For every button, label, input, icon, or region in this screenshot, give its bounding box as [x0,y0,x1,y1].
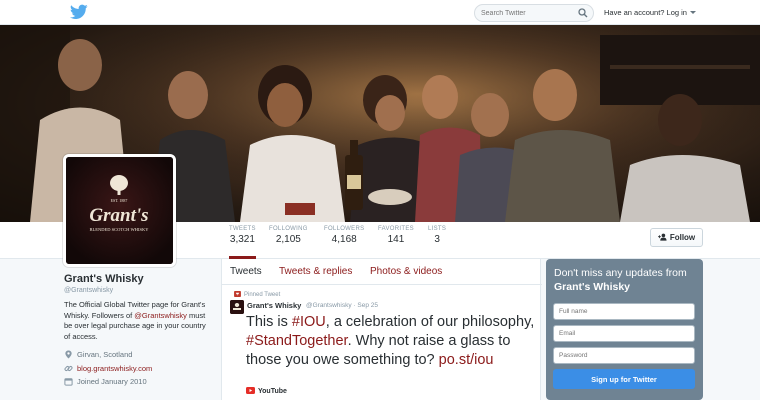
profile-bio: The Official Global Twitter page for Gra… [64,300,214,342]
pinned-label: Pinned Tweet [234,291,280,298]
profile-joined: Joined January 2010 [64,377,147,386]
joined-text: Joined January 2010 [77,377,147,386]
search-icon[interactable] [578,8,588,18]
stat-label: FAVORITES [378,226,414,232]
bio-mention-link[interactable]: @Grantswhisky [134,311,187,320]
stat-label: TWEETS [229,226,256,232]
grants-logo: EST. 1887 Grant's BLENDED SCOTCH WHISKY [66,157,173,264]
email-field[interactable] [553,325,695,342]
website-link[interactable]: blog.grantswhisky.com [77,364,152,373]
profile-handle: @Grantswhisky [64,287,114,294]
tweet-handle-time[interactable]: @Grantswhisky · Sep 25 [306,302,378,309]
stat-value: 4,168 [331,234,357,245]
tweet-media-source[interactable]: YouTube [246,387,287,395]
signup-button[interactable]: Sign up for Twitter [553,369,695,389]
tweet-avatar-logo [230,300,244,314]
stat-following[interactable]: FOLLOWING 2,105 [269,226,308,245]
signup-heading-text: Don't miss any updates from [554,267,687,279]
signup-heading: Don't miss any updates from Grant's Whis… [554,266,699,294]
profile-name[interactable]: Grant's Whisky [64,273,144,285]
tab-tweets-replies[interactable]: Tweets & replies [279,266,352,277]
tweet-url-link[interactable]: po.st/iou [439,352,494,368]
tweet-text: This is #IOU, a celebration of our philo… [246,313,536,370]
password-field[interactable] [553,347,695,364]
top-bar: Have an account? Log in [0,0,760,25]
search-input[interactable] [481,6,577,20]
follow-label: Follow [669,233,696,242]
location-icon [65,350,72,359]
avatar-brand: Grant's [89,205,148,226]
pinned-text: Pinned Tweet [244,292,281,298]
profile-avatar[interactable]: EST. 1887 Grant's BLENDED SCOTCH WHISKY [63,154,176,267]
calendar-icon [64,378,73,386]
avatar-tagline: BLENDED SCOTCH WHISKY [90,227,150,232]
tweet-text-part: , a celebration of our philosophy, [325,314,535,330]
stat-lists[interactable]: LISTS 3 [428,226,446,245]
stat-value: 3,321 [229,234,255,245]
add-person-icon [657,233,667,241]
tweet-avatar[interactable] [230,300,244,314]
stat-value: 3 [434,234,440,245]
source-text: YouTube [258,388,287,395]
timeline-tabs: Tweets Tweets & replies Photos & videos [222,259,542,285]
tab-photos-videos[interactable]: Photos & videos [370,266,442,277]
stat-tweets[interactable]: TWEETS 3,321 [229,226,256,259]
chevron-down-icon [689,11,696,14]
youtube-icon [246,387,255,394]
stat-followers[interactable]: FOLLOWERS 4,168 [324,226,364,245]
timeline: Tweets Tweets & replies Photos & videos … [221,259,542,400]
hashtag-link[interactable]: #StandTogether [246,333,348,349]
fullname-field[interactable] [553,303,695,320]
stat-label: FOLLOWERS [324,226,365,232]
tab-tweets[interactable]: Tweets [230,266,262,277]
stat-favorites[interactable]: FAVORITES 141 [378,226,414,245]
pin-icon [234,291,241,297]
hashtag-link[interactable]: #IOU [292,314,326,330]
stat-value: 2,105 [275,234,301,245]
profile-location: Girvan, Scotland [64,350,132,359]
location-text: Girvan, Scotland [77,350,133,359]
twitter-bird-icon[interactable] [70,4,88,20]
follow-button[interactable]: Follow [650,228,703,247]
login-text: Have an account? Log in [604,8,687,17]
avatar-est: EST. 1887 [111,198,128,203]
profile-website: blog.grantswhisky.com [64,364,152,373]
stat-label: LISTS [428,226,447,232]
search-box [474,4,594,22]
signup-heading-brand: Grant's Whisky [554,281,631,293]
signup-panel: Don't miss any updates from Grant's Whis… [546,259,703,400]
tweet-author[interactable]: Grant's Whisky [247,301,301,310]
login-link[interactable]: Have an account? Log in [604,8,696,17]
stat-value: 141 [387,234,405,245]
link-icon [64,366,73,371]
stat-label: FOLLOWING [269,226,308,232]
tweet-text-part: This is [246,314,292,330]
